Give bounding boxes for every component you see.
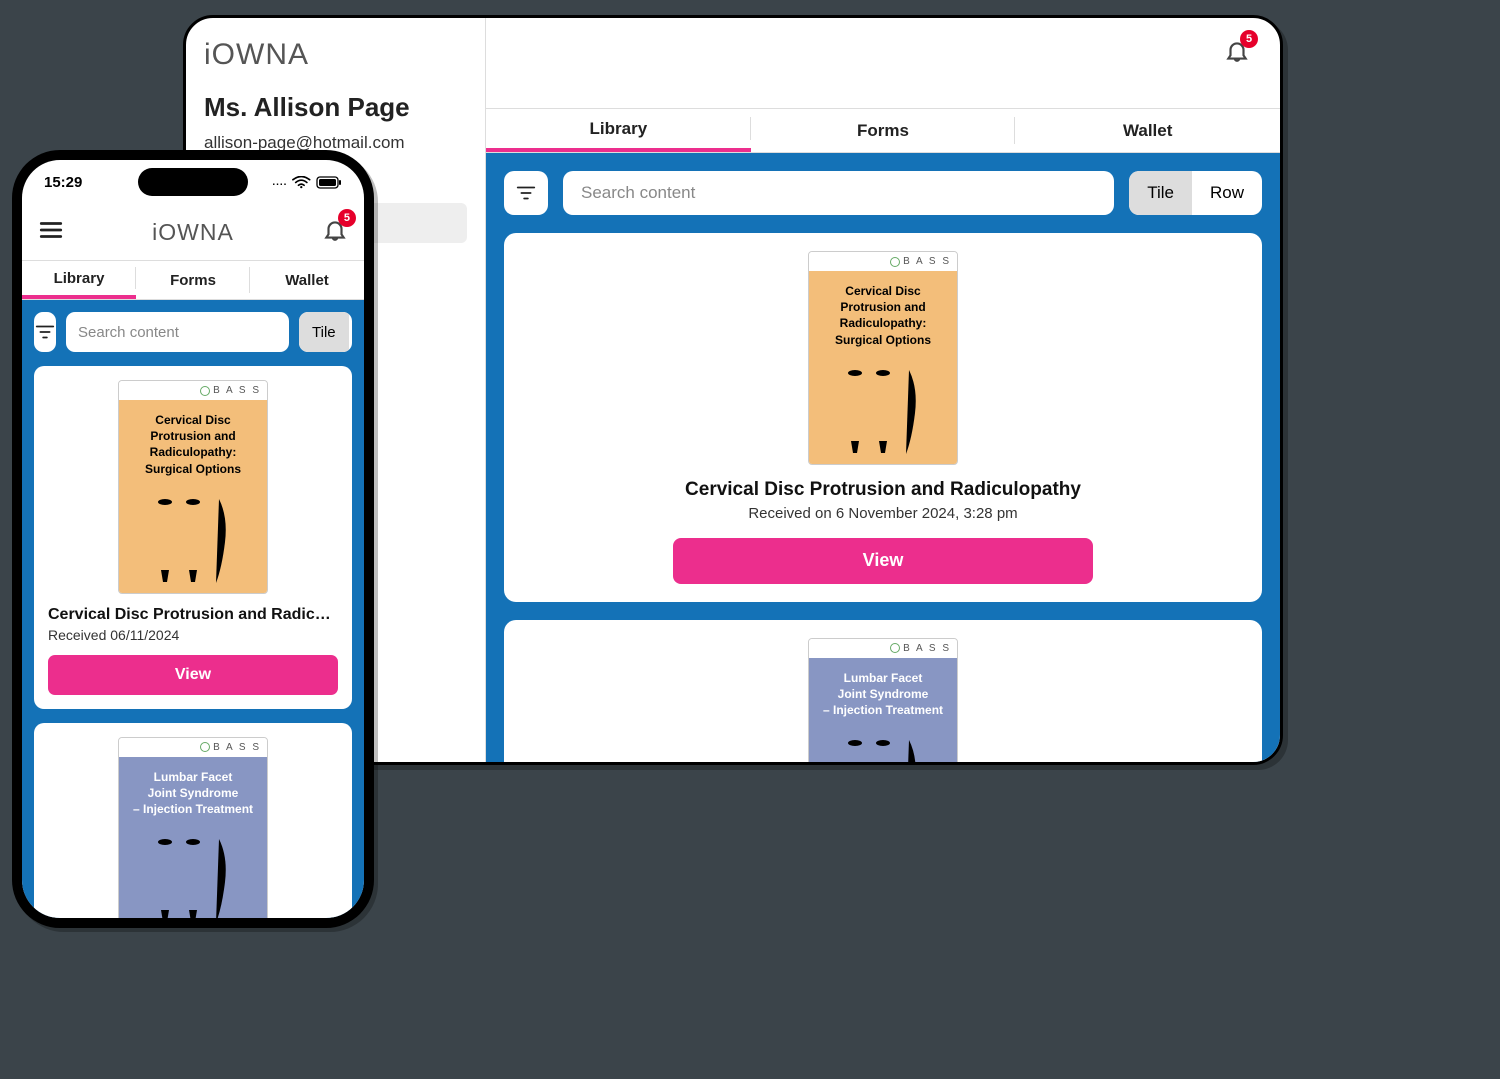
user-display-name: Ms. Allison Page xyxy=(204,92,467,123)
phone-header: iOWNA 5 xyxy=(22,204,364,260)
phone-notch xyxy=(138,168,248,196)
tablet-tabs: Library Forms Wallet xyxy=(486,108,1280,153)
thumb-title: Lumbar Facet Joint Syndrome – Injection … xyxy=(119,757,267,832)
cellular-icon: .... xyxy=(272,177,287,188)
tab-wallet[interactable]: Wallet xyxy=(250,261,364,299)
notification-badge: 5 xyxy=(1240,30,1258,48)
thumb-title: Cervical Disc Protrusion and Radiculopat… xyxy=(809,271,957,362)
view-button[interactable]: View xyxy=(673,538,1093,584)
view-toggle: Tile Row xyxy=(1129,171,1262,215)
thumb-provider: B A S S xyxy=(809,252,957,271)
tab-forms[interactable]: Forms xyxy=(751,109,1016,152)
card-thumbnail: B A S S Cervical Disc Protrusion and Rad… xyxy=(808,251,958,465)
card-thumbnail: B A S S Lumbar Facet Joint Syndrome – In… xyxy=(118,737,268,918)
search-input[interactable] xyxy=(66,312,289,352)
toggle-row[interactable]: Row xyxy=(349,312,352,352)
tab-wallet[interactable]: Wallet xyxy=(1015,109,1280,152)
content-card-lumbar: B A S S Lumbar Facet Joint Syndrome – In… xyxy=(504,620,1262,762)
brand-logo: iOWNA xyxy=(152,219,234,246)
card-received: Received 06/11/2024 xyxy=(48,627,338,643)
tablet-toolbar: Tile Row xyxy=(504,171,1262,215)
tablet-content-area: Tile Row B A S S Cervical Disc Protrusio… xyxy=(486,153,1280,762)
toggle-tile[interactable]: Tile xyxy=(299,312,349,352)
toggle-tile[interactable]: Tile xyxy=(1129,171,1192,215)
menu-button[interactable] xyxy=(38,217,64,248)
phone-content-area: Tile Row B A S S Cervical Disc Protrusio… xyxy=(22,300,364,918)
thumb-illustration xyxy=(119,491,267,593)
brand-logo: iOWNA xyxy=(204,38,467,72)
card-title: Cervical Disc Protrusion and Radiculopat… xyxy=(685,479,1081,501)
tab-library[interactable]: Library xyxy=(486,109,751,152)
card-thumbnail: B A S S Lumbar Facet Joint Syndrome – In… xyxy=(808,638,958,762)
thumb-illustration xyxy=(809,732,957,762)
card-thumbnail: B A S S Cervical Disc Protrusion and Rad… xyxy=(118,380,268,594)
thumb-provider: B A S S xyxy=(119,381,267,400)
thumb-title: Cervical Disc Protrusion and Radiculopat… xyxy=(119,400,267,491)
bass-logo-icon xyxy=(200,742,210,752)
battery-icon xyxy=(316,176,342,189)
bass-logo-icon xyxy=(890,643,900,653)
notification-badge: 5 xyxy=(338,209,356,227)
filter-icon xyxy=(34,321,56,343)
card-received: Received on 6 November 2024, 3:28 pm xyxy=(748,505,1017,522)
bass-logo-icon xyxy=(890,257,900,267)
thumb-illustration xyxy=(809,362,957,464)
wifi-icon xyxy=(292,176,311,189)
tab-forms[interactable]: Forms xyxy=(136,261,250,299)
tab-library[interactable]: Library xyxy=(22,261,136,299)
view-toggle: Tile Row xyxy=(299,312,352,352)
notifications-button[interactable]: 5 xyxy=(1224,38,1250,69)
search-input[interactable] xyxy=(563,171,1114,215)
thumb-provider: B A S S xyxy=(119,738,267,757)
filter-button[interactable] xyxy=(504,171,548,215)
tablet-main: 5 Library Forms Wallet Tile Ro xyxy=(486,18,1280,762)
filter-icon xyxy=(515,182,537,204)
thumb-provider: B A S S xyxy=(809,639,957,658)
thumb-title: Lumbar Facet Joint Syndrome – Injection … xyxy=(809,658,957,733)
bass-logo-icon xyxy=(200,386,210,396)
status-clock: 15:29 xyxy=(44,174,82,191)
toggle-row[interactable]: Row xyxy=(1192,171,1262,215)
thumb-illustration xyxy=(119,831,267,918)
filter-button[interactable] xyxy=(34,312,56,352)
content-card-cervical: B A S S Cervical Disc Protrusion and Rad… xyxy=(34,366,352,709)
content-card-cervical: B A S S Cervical Disc Protrusion and Rad… xyxy=(504,233,1262,602)
notifications-button[interactable]: 5 xyxy=(322,217,348,248)
phone-tabs: Library Forms Wallet xyxy=(22,260,364,300)
phone-frame: 15:29 .... iOWNA 5 Library F xyxy=(12,150,374,928)
card-title: Cervical Disc Protrusion and Radiculopa.… xyxy=(48,606,338,624)
content-card-lumbar: B A S S Lumbar Facet Joint Syndrome – In… xyxy=(34,723,352,918)
view-button[interactable]: View xyxy=(48,655,338,695)
hamburger-icon xyxy=(38,217,64,243)
phone-toolbar: Tile Row xyxy=(34,312,352,352)
